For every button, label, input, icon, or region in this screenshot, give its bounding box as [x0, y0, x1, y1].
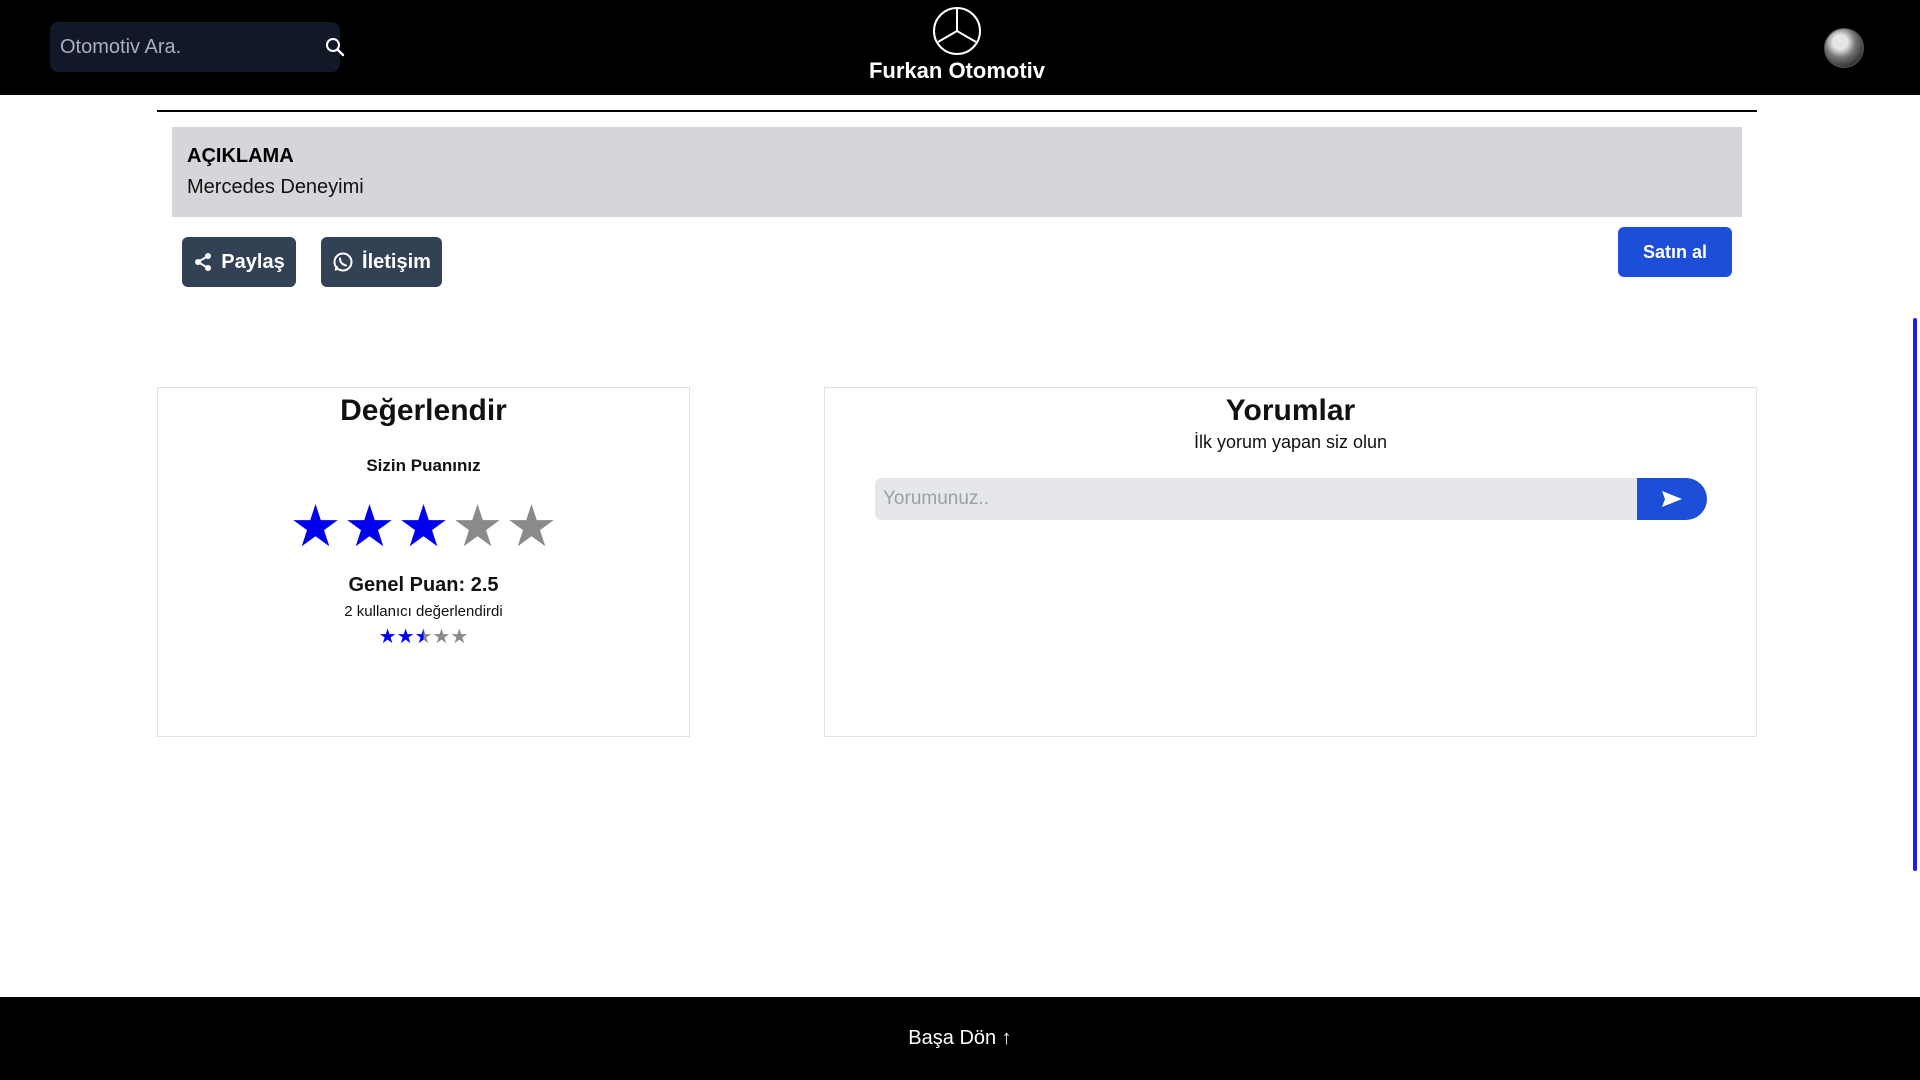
search-icon	[326, 38, 345, 57]
rating-title: Değerlendir	[340, 394, 507, 427]
description-panel: AÇIKLAMA Mercedes Deneyimi	[172, 127, 1742, 217]
comments-title: Yorumlar	[1225, 394, 1356, 427]
brand-name[interactable]: Furkan Otomotiv	[810, 58, 1104, 84]
voters-count: 2 kullanıcı değerlendirdi	[344, 603, 503, 620]
send-icon	[1662, 491, 1682, 507]
search-button[interactable]	[325, 22, 345, 72]
rating-star-icon[interactable]: ★	[452, 498, 504, 556]
overall-star-icon: ★	[396, 626, 415, 648]
share-icon	[195, 253, 212, 271]
overall-star-icon: ★	[414, 626, 433, 648]
overall-star-icon: ★	[432, 626, 451, 648]
contact-label: İletişim	[362, 250, 431, 273]
whatsapp-icon	[333, 252, 353, 272]
rating-star-icon[interactable]: ★	[290, 498, 342, 556]
user-avatar[interactable]	[1824, 28, 1864, 68]
share-label: Paylaş	[221, 250, 285, 273]
section-divider	[157, 110, 1757, 112]
comments-empty-text: İlk yorum yapan siz olun	[1193, 432, 1388, 452]
rating-star-icon[interactable]: ★	[344, 498, 396, 556]
comments-card: Yorumlar İlk yorum yapan siz olun	[824, 387, 1757, 737]
rating-card: Değerlendir Sizin Puanınız ★ ★ ★ ★ ★ Genel P…	[157, 387, 690, 737]
search-box	[50, 22, 345, 72]
mercedes-star-logo[interactable]	[932, 6, 982, 56]
share-button[interactable]: Paylaş	[182, 237, 296, 287]
overall-rating-stars: ★ ★ ★ ★ ★	[158, 626, 689, 648]
back-to-top-link[interactable]: Başa Dön ↑	[908, 1027, 1011, 1050]
comment-form	[875, 478, 1707, 520]
rating-star-icon[interactable]: ★	[398, 498, 450, 556]
your-rating-stars: ★ ★ ★ ★ ★	[158, 498, 689, 556]
description-text: Mercedes Deneyimi	[187, 176, 364, 198]
search-input[interactable]	[50, 22, 325, 72]
overall-rating: Genel Puan: 2.5	[348, 574, 499, 596]
footer: Başa Dön ↑	[0, 997, 1920, 1080]
scrollbar[interactable]	[1913, 318, 1917, 871]
overall-star-icon: ★	[378, 626, 397, 648]
top-navbar: Furkan Otomotiv	[0, 0, 1920, 95]
send-comment-button[interactable]	[1637, 478, 1707, 520]
description-title: AÇIKLAMA	[187, 145, 294, 167]
your-rating-label: Sizin Puanınız	[366, 456, 481, 475]
buy-button[interactable]: Satın al	[1618, 227, 1732, 277]
contact-button[interactable]: İletişim	[321, 237, 442, 287]
comment-input[interactable]	[875, 478, 1637, 520]
rating-star-icon[interactable]: ★	[506, 498, 558, 556]
overall-star-icon: ★	[450, 626, 469, 648]
